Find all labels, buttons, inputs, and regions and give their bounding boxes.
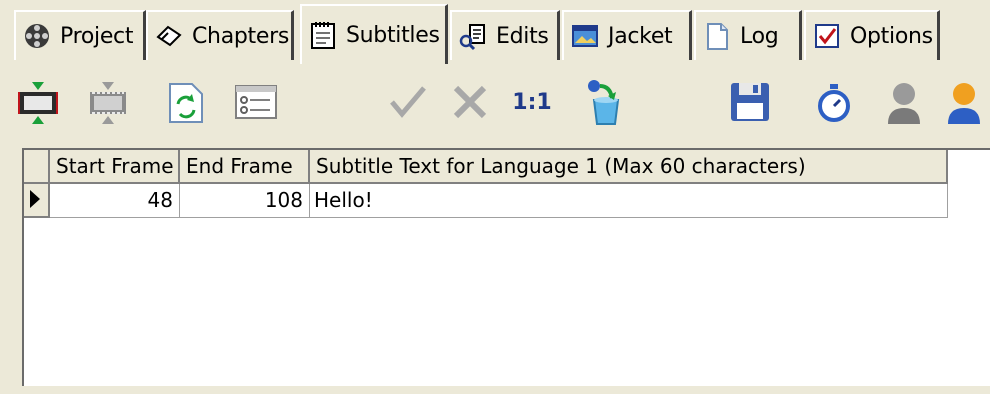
ratio-label: 1:1 xyxy=(512,89,552,115)
grid-corner xyxy=(24,150,50,184)
recycle-bin-icon xyxy=(588,80,620,125)
tab-edits-label: Edits xyxy=(496,23,549,49)
cell-end-frame[interactable]: 108 xyxy=(180,184,310,218)
tab-subtitles[interactable]: Subtitles xyxy=(300,4,448,64)
save-button[interactable] xyxy=(724,76,776,128)
notepad-icon xyxy=(311,22,335,49)
tab-chapters-label: Chapters xyxy=(192,23,290,49)
tab-strip: Project Chapters Subtitles Edits Jacket … xyxy=(0,0,990,64)
save-floppy-icon xyxy=(731,83,769,121)
subtitle-grid: Start Frame End Frame Subtitle Text for … xyxy=(22,148,990,386)
filmstrip-icon xyxy=(90,82,126,124)
film-reel-icon xyxy=(25,24,49,48)
tab-log-label: Log xyxy=(740,23,779,49)
tab-jacket-label: Jacket xyxy=(608,23,673,49)
filmstrip-button[interactable] xyxy=(82,76,134,128)
stopwatch-icon xyxy=(818,84,850,122)
jacket-image-icon xyxy=(572,25,598,47)
column-header-start-frame[interactable]: Start Frame xyxy=(50,150,180,184)
column-header-subtitle-text[interactable]: Subtitle Text for Language 1 (Max 60 cha… xyxy=(310,150,948,184)
subtitles-toolbar: 1:1 xyxy=(12,68,990,138)
tab-project[interactable]: Project xyxy=(14,10,146,60)
refresh-icon xyxy=(169,83,203,123)
document-icon xyxy=(707,23,728,50)
user-gray-icon xyxy=(888,83,920,124)
timer-button[interactable] xyxy=(808,76,860,128)
row-indicator[interactable] xyxy=(24,184,50,218)
cell-subtitle-text[interactable]: Hello! xyxy=(310,184,948,218)
tab-jacket[interactable]: Jacket xyxy=(562,10,692,60)
column-header-end-frame[interactable]: End Frame xyxy=(180,150,310,184)
tab-edits[interactable]: Edits xyxy=(450,10,560,60)
tab-options[interactable]: Options xyxy=(804,10,940,60)
cell-start-frame[interactable]: 48 xyxy=(50,184,180,218)
recycle-bin-button[interactable] xyxy=(578,76,630,128)
user-orange-button[interactable] xyxy=(938,76,990,128)
tab-project-label: Project xyxy=(60,23,134,49)
user-orange-icon xyxy=(948,83,980,124)
tab-chapters[interactable]: Chapters xyxy=(146,10,294,60)
checkbox-icon xyxy=(815,24,839,48)
app-window: Project Chapters Subtitles Edits Jacket … xyxy=(0,0,990,394)
cancel-button[interactable] xyxy=(444,76,496,128)
subtitles-panel: 1:1 Start Frame End Frame Subtitle Text … xyxy=(0,62,990,394)
cross-icon xyxy=(453,85,487,119)
select-frame-button[interactable] xyxy=(12,76,64,128)
properties-icon xyxy=(235,85,277,119)
current-row-arrow-icon xyxy=(30,190,40,208)
properties-button[interactable] xyxy=(230,76,282,128)
user-gray-button[interactable] xyxy=(878,76,930,128)
select-frame-icon xyxy=(18,82,58,124)
tab-log[interactable]: Log xyxy=(694,10,802,60)
ratio-button[interactable]: 1:1 xyxy=(506,76,558,128)
bookmark-icon xyxy=(156,25,182,47)
apply-button[interactable] xyxy=(382,76,434,128)
check-icon xyxy=(390,86,426,118)
edit-tools-icon xyxy=(459,24,485,51)
tab-options-label: Options xyxy=(850,23,933,49)
refresh-button[interactable] xyxy=(160,76,212,128)
tab-subtitles-label: Subtitles xyxy=(346,22,440,48)
